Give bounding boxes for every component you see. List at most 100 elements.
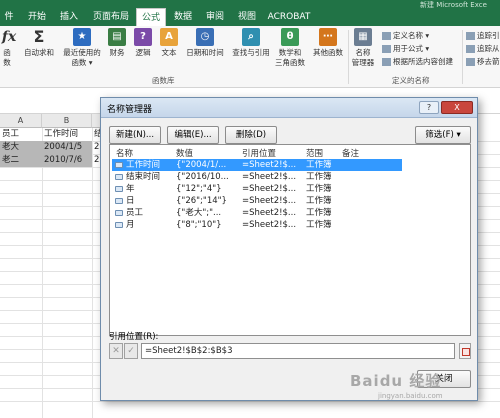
column-header-refers-to[interactable]: 引用位置 [242, 147, 276, 159]
column-header-value[interactable]: 数值 [176, 147, 193, 159]
refers-to-cell: =Sheet2!$... [242, 220, 297, 230]
refers-to-cell: =Sheet2!$... [242, 160, 297, 170]
more-functions-button[interactable]: ⋯ 其他函数 [310, 28, 346, 58]
names-list[interactable]: 名称 数值 引用位置 范围 备注 工作时间 {"2004/1/... =Shee… [109, 144, 471, 336]
refers-to-cell: =Sheet2!$... [242, 196, 297, 206]
value-cell: {"26";"14"} [176, 196, 227, 206]
dialog-titlebar[interactable]: 名称管理器 ? X [101, 98, 477, 118]
text-button[interactable]: A 文本 [158, 28, 180, 58]
column-header-A[interactable]: A [0, 114, 42, 128]
name-manager-label-1: 名称 [355, 48, 371, 57]
theta-icon: θ [281, 28, 299, 46]
tab-review[interactable]: 审阅 [200, 8, 230, 26]
cell-B2[interactable]: 2004/1/5 [42, 141, 92, 154]
name-manager-button[interactable]: ▦ 名称 管理器 [350, 28, 376, 68]
arrow-icon [466, 45, 475, 53]
column-header-comment[interactable]: 备注 [342, 147, 359, 159]
tab-home[interactable]: 开始 [22, 8, 52, 26]
name-row[interactable]: 员工 {"老大";"... =Sheet2!$... 工作簿 [112, 207, 402, 219]
value-cell: {"2016/10... [176, 172, 229, 182]
tab-page-layout[interactable]: 页面布局 [88, 8, 134, 26]
tab-formulas[interactable]: 公式 [136, 8, 166, 26]
tag-icon [382, 32, 391, 40]
insert-function-label: 函数 [3, 48, 11, 67]
column-header-name[interactable]: 名称 [116, 147, 133, 159]
delete-name-button[interactable]: 删除(D) [225, 126, 277, 144]
trace-precedents-button[interactable]: 追踪引 [466, 30, 500, 41]
cell-B3[interactable]: 2010/7/6 [42, 154, 92, 167]
arrow-icon [466, 32, 475, 40]
lookup-reference-button[interactable]: ⌕ 查找与引用 [228, 28, 274, 58]
filter-dropdown[interactable]: 筛选(F) ▾ [415, 126, 471, 144]
ribbon-formulas: fx 函数 Σ 自动求和 ★ 最近使用的 函数 ▾ ▤ 财务 ? 逻辑 A 文本… [0, 26, 500, 88]
watermark: Baidu 经验 jingyan.baidu.com [330, 366, 500, 418]
help-button[interactable]: ? [419, 101, 439, 114]
name-cell: 日 [126, 196, 135, 206]
range-picker-icon[interactable] [459, 343, 471, 359]
name-row[interactable]: 年 {"12";"4"} =Sheet2!$... 工作簿 [112, 183, 402, 195]
trace-precedents-label: 追踪引 [477, 31, 500, 40]
create-from-selection-label: 根据所选内容创建 [393, 57, 453, 66]
more-functions-label: 其他函数 [313, 48, 343, 57]
name-tag-icon [115, 210, 123, 216]
tab-insert[interactable]: 插入 [54, 8, 84, 26]
recent-functions-button[interactable]: ★ 最近使用的 函数 ▾ [60, 28, 104, 68]
tab-data[interactable]: 数据 [168, 8, 198, 26]
column-header-scope[interactable]: 范围 [306, 147, 323, 159]
column-header-B[interactable]: B [42, 114, 92, 128]
sigma-icon: Σ [33, 27, 45, 46]
cell-A2[interactable]: 老大 [0, 141, 42, 154]
insert-function-button[interactable]: fx 函数 [0, 28, 16, 68]
cell-B1[interactable]: 工作时间 [42, 128, 92, 141]
name-tag-icon [115, 162, 123, 168]
remove-arrows-label: 移去箭 [477, 57, 500, 66]
name-tag-icon [115, 222, 123, 228]
financial-button[interactable]: ▤ 财务 [106, 28, 128, 58]
cancel-edit-icon[interactable]: ✕ [109, 343, 123, 359]
recent-label-1: 最近使用的 [63, 48, 101, 57]
comment-cell [344, 171, 400, 183]
tab-acrobat[interactable]: ACROBAT [264, 8, 314, 26]
name-row[interactable]: 结束时间 {"2016/10... =Sheet2!$... 工作簿 [112, 171, 402, 183]
tags-icon: ▦ [354, 28, 372, 46]
clock-icon: ◷ [196, 28, 214, 46]
refers-to-input[interactable]: =Sheet2!$B$2:$B$3 [141, 343, 455, 359]
name-cell: 月 [126, 220, 135, 230]
window-title: 新建 Microsoft Exce [420, 1, 487, 9]
autosum-button[interactable]: Σ 自动求和 [20, 28, 58, 58]
question-icon: ? [134, 28, 152, 46]
name-manager-dialog: 名称管理器 ? X 新建(N)... 编辑(E)... 删除(D) 筛选(F) … [100, 97, 478, 401]
comment-cell [344, 183, 400, 195]
trace-dependents-button[interactable]: 追踪从 [466, 43, 500, 54]
new-name-button[interactable]: 新建(N)... [109, 126, 161, 144]
edit-name-button[interactable]: 编辑(E)... [167, 126, 219, 144]
define-name-button[interactable]: 定义名称 ▾ [382, 30, 429, 41]
tab-view[interactable]: 视图 [232, 8, 262, 26]
tab-file[interactable]: 件 [0, 8, 18, 26]
name-row[interactable]: 日 {"26";"14"} =Sheet2!$... 工作簿 [112, 195, 402, 207]
function-library-group-label: 函数库 [152, 76, 175, 85]
ribbon-tab-bar: 件 开始 插入 页面布局 公式 数据 审阅 视图 ACROBAT 新建 Micr… [0, 0, 500, 26]
logical-button[interactable]: ? 逻辑 [132, 28, 154, 58]
grid-icon [382, 58, 391, 66]
use-in-formula-button[interactable]: 用于公式 ▾ [382, 43, 429, 54]
scope-cell: 工作簿 [306, 184, 332, 194]
math-trig-button[interactable]: θ 数学和 三角函数 [272, 28, 308, 68]
remove-arrows-button[interactable]: 移去箭 [466, 56, 500, 67]
close-icon[interactable]: X [441, 101, 473, 114]
scope-cell: 工作簿 [306, 196, 332, 206]
cell-A1[interactable]: 员工 [0, 128, 42, 141]
watermark-logo-text: Baidu 经验 [350, 372, 442, 390]
name-row[interactable]: 工作时间 {"2004/1/... =Sheet2!$... 工作簿 [112, 159, 402, 171]
math-label-1: 数学和 [278, 48, 302, 57]
define-name-label: 定义名称 ▾ [393, 31, 430, 40]
refers-to-cell: =Sheet2!$... [242, 172, 297, 182]
name-cell: 工作时间 [126, 160, 161, 170]
magnifier-icon: ⌕ [242, 28, 260, 46]
create-from-selection-button[interactable]: 根据所选内容创建 [382, 56, 453, 67]
datetime-button[interactable]: ◷ 日期和时间 [182, 28, 228, 58]
financial-icon: ▤ [108, 28, 126, 46]
cell-A3[interactable]: 老二 [0, 154, 42, 167]
confirm-edit-icon[interactable]: ✓ [124, 343, 138, 359]
name-row[interactable]: 月 {"8";"10"} =Sheet2!$... 工作簿 [112, 219, 402, 231]
